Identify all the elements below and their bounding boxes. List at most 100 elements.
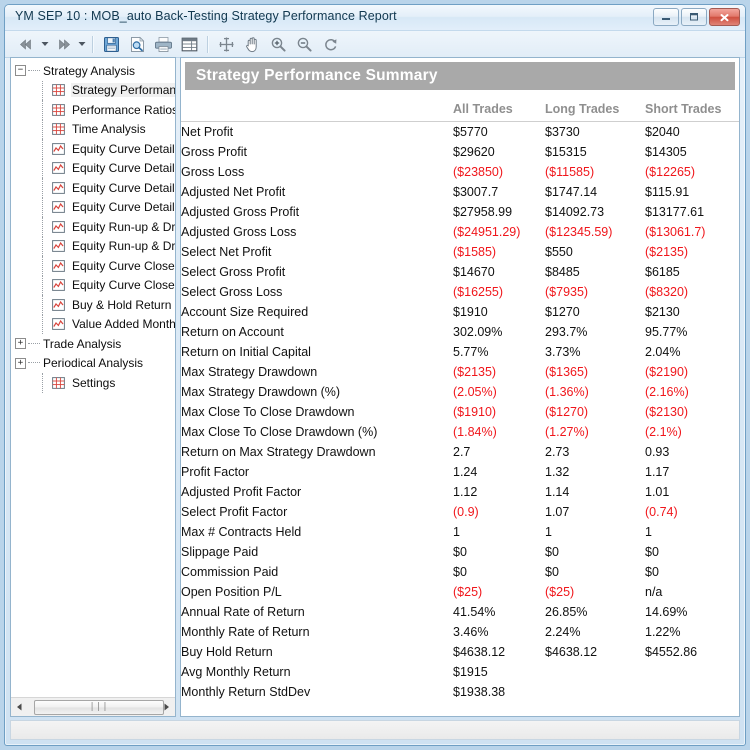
short-trades-value: $2040: [645, 125, 680, 139]
table-icon: [52, 123, 65, 136]
short-trades-value: (2.1%): [645, 425, 682, 439]
print-button[interactable]: [150, 33, 176, 55]
chart-icon: [52, 181, 65, 194]
forward-button[interactable]: [50, 33, 76, 55]
tree-item-equity-curve-close-to-close[interactable]: Equity Curve Close To Close: [11, 256, 175, 276]
short-trades-value: 1.01: [645, 485, 670, 499]
tree-children-container: Strategy Performance Performance Ratios Ti…: [11, 80, 175, 334]
scroll-thumb[interactable]: |||: [34, 699, 164, 715]
tree-item-equity-curve-detailed[interactable]: Equity Curve Detailed: [11, 178, 175, 198]
forward-dropdown[interactable]: [76, 34, 87, 54]
rotate-refresh-icon: [319, 34, 341, 54]
tree-item-performance-ratios[interactable]: Performance Ratios: [11, 100, 175, 120]
table-row: Max Close To Close Drawdown ($1910) ($1270…: [181, 402, 739, 422]
zoom-out-button[interactable]: [291, 33, 317, 55]
plus-box-icon[interactable]: +: [15, 357, 26, 369]
long-trades-value: 1.14: [545, 485, 570, 499]
table-grid-icon: [178, 34, 200, 54]
zoom-in-button[interactable]: [265, 33, 291, 55]
close-icon: [720, 13, 729, 21]
plus-box-icon[interactable]: +: [15, 338, 26, 350]
metric-label: Gross Loss: [181, 165, 245, 179]
tree-item-strategy-performance[interactable]: Strategy Performance: [11, 80, 175, 100]
tree-horizontal-scrollbar[interactable]: |||: [11, 697, 175, 716]
save-button[interactable]: [98, 33, 124, 55]
tree-item-equity-run-up-drawdown[interactable]: Equity Run-up & Drawdown: [11, 236, 175, 256]
table-row: Return on Account 302.09% 293.7% 95.77%: [181, 322, 739, 342]
tree-item-equity-curve-detailed[interactable]: Equity Curve Detailed: [11, 197, 175, 217]
chart-icon: [52, 201, 67, 214]
short-trades-value: $0: [645, 545, 659, 559]
metric-label: Monthly Rate of Return: [181, 625, 310, 639]
tree-connector: [42, 295, 44, 315]
table-row: Open Position P/L ($25) ($25) n/a: [181, 582, 739, 602]
back-dropdown[interactable]: [39, 34, 50, 54]
all-trades-value: $5770: [453, 125, 488, 139]
hand-icon: [241, 34, 263, 54]
tree-item-periodical-analysis[interactable]: + Periodical Analysis: [11, 354, 175, 374]
tree-item-time-analysis[interactable]: Time Analysis: [11, 119, 175, 139]
table-icon: [52, 123, 67, 136]
table-icon: [52, 103, 65, 116]
grid-view-button[interactable]: [176, 33, 202, 55]
tree-connector: [28, 69, 40, 72]
chart-icon: [52, 181, 67, 194]
print-preview-button[interactable]: [124, 33, 150, 55]
all-trades-value: ($23850): [453, 165, 504, 179]
tree-node-strategy-analysis[interactable]: − Strategy Analysis: [11, 61, 175, 81]
long-trades-value: $0: [545, 565, 559, 579]
table-row: Annual Rate of Return 41.54% 26.85% 14.69%: [181, 602, 739, 622]
table-icon: [52, 376, 65, 389]
table-row: Return on Max Strategy Drawdown 2.7 2.73 0.…: [181, 442, 739, 462]
table-row: Buy Hold Return $4638.12 $4638.12 $4552.86: [181, 642, 739, 662]
all-trades-value: ($25): [453, 585, 483, 599]
table-row: Select Gross Loss ($16255) ($7935) ($8320): [181, 282, 739, 302]
chart-icon: [52, 240, 67, 253]
back-button[interactable]: [13, 33, 39, 55]
all-trades-value: (2.05%): [453, 385, 497, 399]
long-trades-value: $3730: [545, 125, 580, 139]
metric-label: Profit Factor: [181, 465, 250, 479]
all-trades-value: 302.09%: [453, 325, 503, 339]
all-trades-value: (0.9): [453, 505, 479, 519]
short-trades-value: (0.74): [645, 505, 678, 519]
metric-label: Adjusted Net Profit: [181, 185, 286, 199]
scroll-track[interactable]: |||: [28, 698, 164, 716]
metric-label: Avg Monthly Return: [181, 665, 291, 679]
all-trades-value: $4638.12: [453, 645, 506, 659]
all-trades-value: $0: [453, 545, 467, 559]
long-trades-value: 1.07: [545, 505, 570, 519]
tree-connector: [42, 256, 44, 276]
short-trades-value: $2130: [645, 305, 680, 319]
short-trades-value: 1.17: [645, 465, 670, 479]
long-trades-value: ($25): [545, 585, 575, 599]
tree-item-buy-hold-return[interactable]: Buy & Hold Return: [11, 295, 175, 315]
minus-box-icon[interactable]: −: [15, 65, 26, 77]
metric-label: Buy Hold Return: [181, 645, 273, 659]
tree-item-equity-curve-close-to-close[interactable]: Equity Curve Close To Close: [11, 275, 175, 295]
tree-item-equity-run-up-drawdown[interactable]: Equity Run-up & Drawdown: [11, 217, 175, 237]
short-trades-value: ($8320): [645, 285, 689, 299]
tree-item-label: Trade Analysis: [43, 336, 122, 351]
minimize-button[interactable]: [653, 8, 679, 26]
chart-icon: [52, 318, 65, 331]
tree-item-settings[interactable]: Settings: [11, 373, 175, 393]
long-trades-value: ($1270): [545, 405, 589, 419]
scroll-left-button[interactable]: [11, 699, 28, 716]
all-trades-value: $1915: [453, 665, 488, 679]
reset-zoom-button[interactable]: [317, 33, 343, 55]
maximize-button[interactable]: [681, 8, 707, 26]
short-trades-value: $6185: [645, 265, 680, 279]
close-button[interactable]: [709, 8, 740, 26]
table-row: Gross Profit $29620 $15315 $14305: [181, 142, 739, 162]
magnifier-plus-icon: [267, 34, 289, 54]
tree-item-value-added-monthly[interactable]: Value Added Monthly: [11, 314, 175, 334]
tree-item-equity-curve-detailed[interactable]: Equity Curve Detailed: [11, 158, 175, 178]
tree-siblings-container: + Trade Analysis + Periodical Analysis Setti…: [11, 334, 175, 393]
tree-item-trade-analysis[interactable]: + Trade Analysis: [11, 334, 175, 354]
pan-button[interactable]: [239, 33, 265, 55]
tree-item-equity-curve-detailed[interactable]: Equity Curve Detailed: [11, 139, 175, 159]
crosshair-button[interactable]: [213, 33, 239, 55]
table-row: Select Net Profit ($1585) $550 ($2135): [181, 242, 739, 262]
short-trades-value: 95.77%: [645, 325, 688, 339]
